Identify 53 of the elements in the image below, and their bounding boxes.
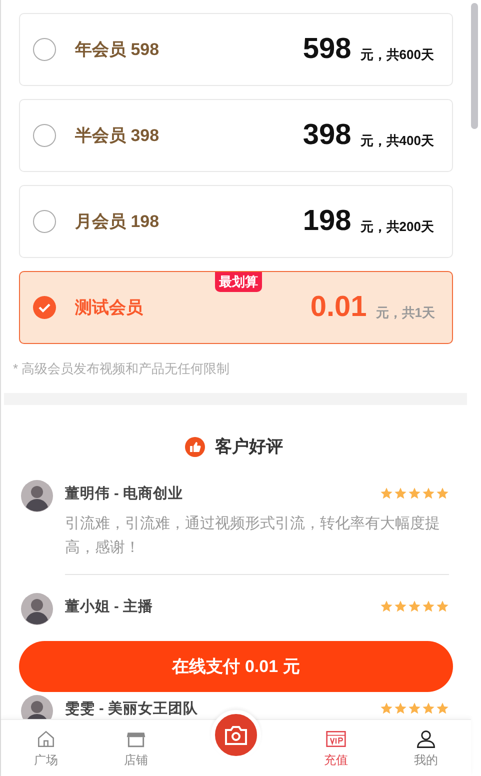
avatar <box>21 480 53 512</box>
star-icon <box>436 487 449 500</box>
best-value-badge: 最划算 <box>215 272 262 292</box>
tab[interactable]: 广场 <box>1 720 91 776</box>
thumbs-up-icon <box>185 436 205 456</box>
check-icon[interactable] <box>33 296 56 319</box>
radio-button[interactable] <box>33 38 56 61</box>
tab[interactable]: 充值 <box>291 720 381 776</box>
plan-duration: 元，共600天 <box>360 46 434 64</box>
plan-card[interactable]: 年会员 598 598 元，共600天 <box>19 13 453 86</box>
star-icon <box>394 600 407 613</box>
star-icon <box>394 702 407 715</box>
plan-card[interactable]: 测试会员 0.01 元，共1天 最划算 <box>19 271 453 344</box>
star-icon <box>422 487 435 500</box>
plan-name: 年会员 598 <box>75 39 160 61</box>
star-icon <box>436 600 449 613</box>
radio-button[interactable] <box>33 124 56 147</box>
star-icon <box>394 487 407 500</box>
tab[interactable]: 店铺 <box>91 720 181 776</box>
plan-name: 半会员 398 <box>75 125 160 147</box>
reviewer-name: 董小姐 - 主播 <box>65 597 153 616</box>
avatar <box>21 593 53 625</box>
section-title: 客户好评 <box>215 436 283 458</box>
star-icon <box>380 487 393 500</box>
reviewer-name: 雯雯 - 美丽女王团队 <box>65 699 198 718</box>
scrollbar[interactable] <box>471 3 478 129</box>
camera-icon <box>224 724 248 746</box>
tab[interactable]: 我的 <box>381 720 471 776</box>
pay-button[interactable]: 在线支付 0.01 元 <box>19 641 453 692</box>
star-icon <box>436 702 449 715</box>
star-icon <box>408 702 421 715</box>
star-icon <box>408 487 421 500</box>
plan-price: 198 <box>302 205 352 238</box>
plan-duration: 元，共200天 <box>360 218 434 236</box>
plan-price: 398 <box>302 119 352 152</box>
footnote: * 高级会员发布视频和产品无任何限制 <box>13 360 231 378</box>
plan-name: 测试会员 <box>75 297 144 319</box>
radio-button[interactable] <box>33 210 56 233</box>
reviewer-name: 董明伟 - 电商创业 <box>65 484 183 503</box>
star-icon <box>408 600 421 613</box>
star-icon <box>380 600 393 613</box>
plan-duration: 元，共400天 <box>360 132 434 150</box>
plan-card[interactable]: 月会员 198 198 元，共200天 <box>19 185 453 258</box>
plan-name: 月会员 198 <box>75 211 160 233</box>
plan-duration: 元，共1天 <box>376 304 435 322</box>
user-icon <box>415 728 437 750</box>
star-icon <box>380 702 393 715</box>
star-icon <box>422 600 435 613</box>
plan-card[interactable]: 半会员 398 398 元，共400天 <box>19 99 453 172</box>
plan-price: 598 <box>302 33 352 66</box>
plan-price: 0.01 <box>310 291 367 324</box>
star-icon <box>422 702 435 715</box>
review-text: 引流难，引流难，通过视频形式引流，转化率有大幅度提高，感谢！ <box>65 514 441 558</box>
